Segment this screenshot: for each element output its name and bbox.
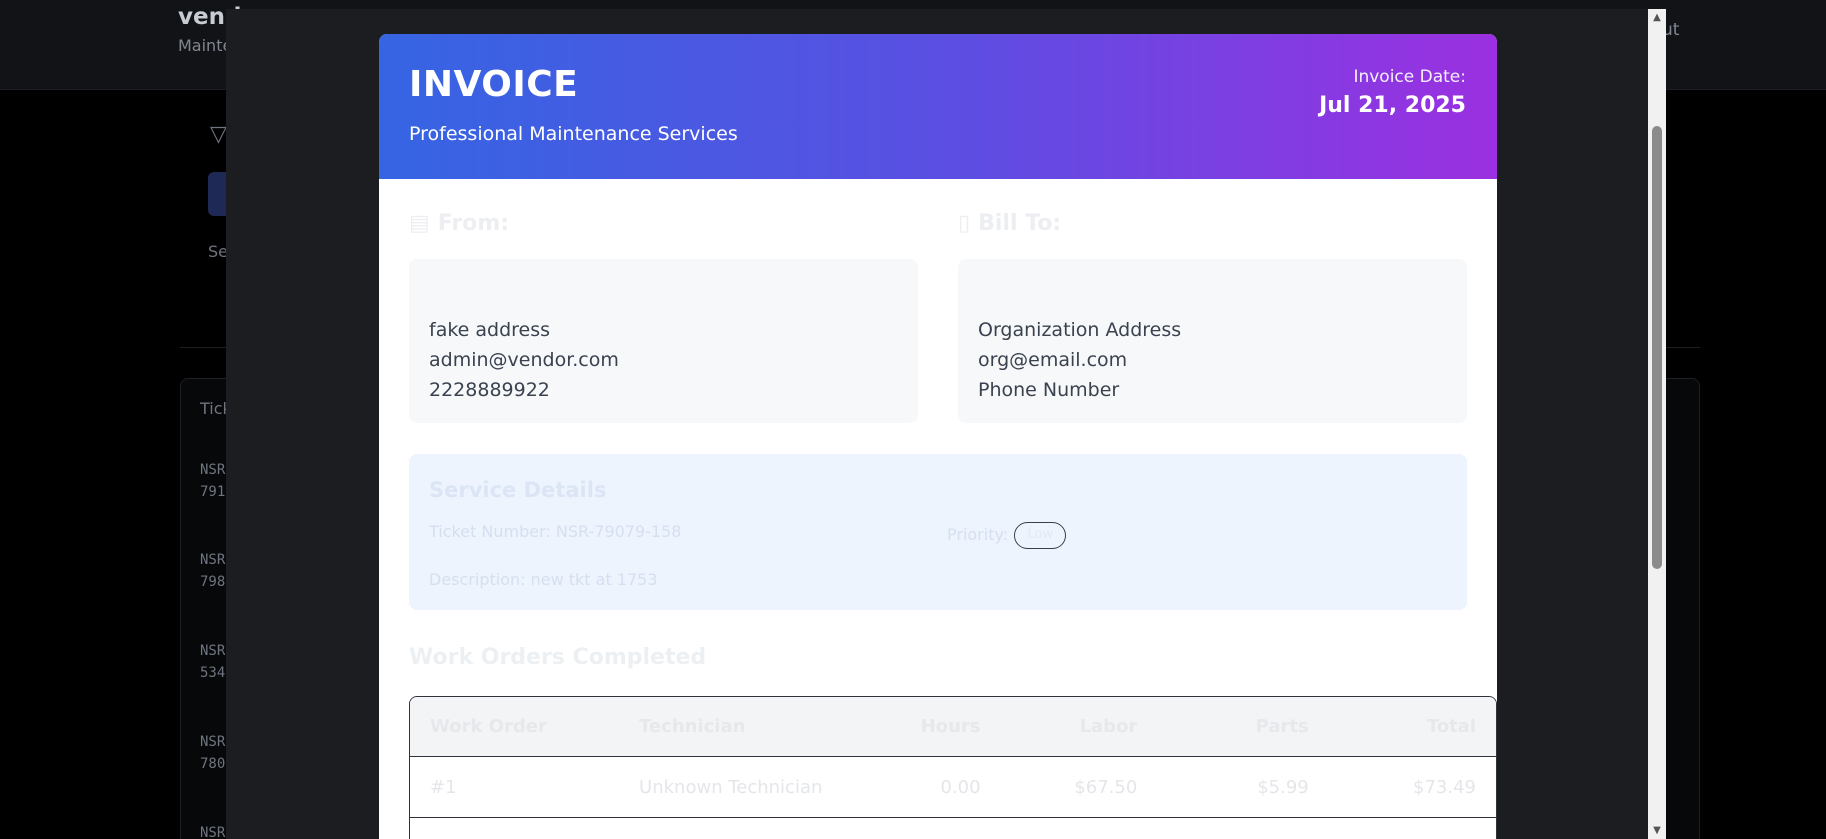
scroll-down-arrow-icon[interactable]: ▼ bbox=[1651, 825, 1663, 837]
from-card: fake address admin@vendor.com 2228889922 bbox=[409, 259, 918, 423]
priority: Priority: Low bbox=[947, 522, 1067, 549]
column-header: Hours bbox=[848, 697, 1001, 757]
column-header: Labor bbox=[1000, 697, 1158, 757]
invoice-document: INVOICE Professional Maintenance Service… bbox=[379, 34, 1497, 839]
column-header: Parts bbox=[1157, 697, 1329, 757]
bill-to-phone: Phone Number bbox=[978, 379, 1120, 401]
scroll-up-arrow-icon[interactable]: ▲ bbox=[1651, 12, 1663, 24]
column-header: Work Order bbox=[410, 697, 620, 757]
priority-badge: Low bbox=[1014, 522, 1067, 549]
filter-label: Se bbox=[208, 242, 228, 261]
bill-to-email: org@email.com bbox=[978, 349, 1128, 371]
work-orders-heading: Work Orders Completed bbox=[409, 645, 707, 670]
work-order-id: #1 bbox=[410, 757, 620, 818]
parts: $5.99 bbox=[1157, 757, 1329, 818]
work-orders-table: Work Order Technician Hours Labor Parts … bbox=[409, 696, 1497, 839]
ticket-row[interactable]: NSR bbox=[200, 822, 225, 839]
modal-scrollbar[interactable]: ▲ ▼ bbox=[1648, 9, 1666, 839]
service-details: Service Details Ticket Number: NSR-79079… bbox=[409, 454, 1467, 610]
invoice-title: INVOICE bbox=[409, 64, 579, 105]
invoice-header: INVOICE Professional Maintenance Service… bbox=[379, 34, 1497, 179]
ticket-number: Ticket Number: NSR-79079-158 bbox=[429, 522, 682, 541]
bill-to-address: Organization Address bbox=[978, 319, 1182, 341]
from-heading: ▤ From: bbox=[409, 211, 510, 236]
total: $73.49 bbox=[1328, 757, 1496, 818]
invoice-tagline: Professional Maintenance Services bbox=[409, 123, 738, 145]
from-address: fake address bbox=[429, 319, 551, 341]
labor: $67.50 bbox=[1000, 757, 1158, 818]
filter-icon: ▽ bbox=[210, 122, 227, 147]
ticket-row[interactable]: NSR 791 bbox=[200, 459, 225, 503]
scrollbar-thumb[interactable] bbox=[1652, 126, 1662, 569]
ticket-row[interactable]: NSR 780 bbox=[200, 731, 225, 775]
table-header-row: Work Order Technician Hours Labor Parts … bbox=[410, 697, 1496, 757]
from-phone: 2228889922 bbox=[429, 379, 550, 401]
building-icon: ▤ bbox=[409, 211, 430, 236]
priority-label: Priority: bbox=[947, 525, 1009, 544]
ticket-row[interactable]: NSR 534 bbox=[200, 640, 225, 684]
hours: 0.00 bbox=[848, 757, 1001, 818]
document-icon: ▯ bbox=[958, 211, 971, 236]
column-header: Total bbox=[1328, 697, 1496, 757]
bill-to-heading: ▯ Bill To: bbox=[958, 211, 1062, 236]
table-row bbox=[410, 818, 1496, 839]
technician: Unknown Technician bbox=[619, 757, 849, 818]
table-row: #1 Unknown Technician 0.00 $67.50 $5.99 … bbox=[410, 757, 1496, 818]
service-details-heading: Service Details bbox=[429, 478, 607, 502]
service-description: Description: new tkt at 1753 bbox=[429, 570, 658, 589]
invoice-date-label: Invoice Date: bbox=[1353, 67, 1466, 87]
from-email: admin@vendor.com bbox=[429, 349, 619, 371]
bill-to-card: Organization Address org@email.com Phone… bbox=[958, 259, 1467, 423]
invoice-date: Jul 21, 2025 bbox=[1319, 93, 1466, 118]
ticket-row[interactable]: NSR 798 bbox=[200, 549, 225, 593]
column-header: Technician bbox=[619, 697, 849, 757]
app-subtitle: Mainte bbox=[178, 36, 233, 55]
